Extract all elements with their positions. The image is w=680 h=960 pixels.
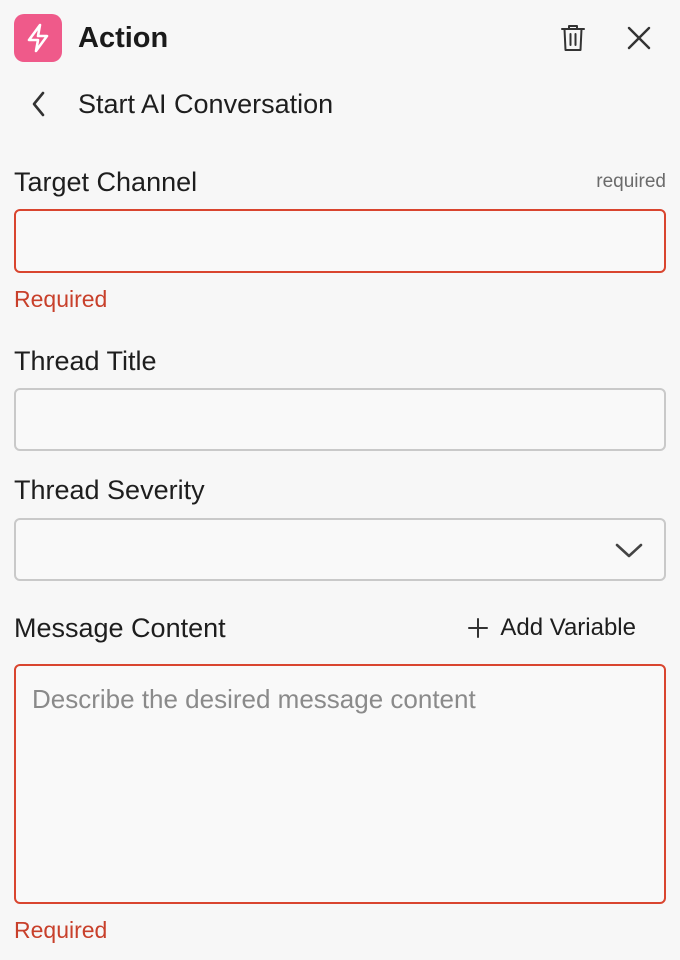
trash-icon [561,25,585,51]
add-variable-button[interactable]: Add Variable [468,610,636,646]
chevron-down-icon [615,543,643,558]
thread-title-input[interactable] [16,390,664,449]
message-content-input[interactable] [16,666,664,902]
panel-title: Action [78,22,169,54]
target-channel-label: Target Channel [14,167,198,197]
required-tag: required [596,171,666,192]
target-channel-error: Required [14,286,108,312]
target-channel-input[interactable] [16,211,664,271]
thread-severity-label: Thread Severity [14,475,205,505]
thread-title-field [14,388,666,451]
panel-header: Action [14,14,656,62]
close-icon [627,26,651,50]
back-button[interactable] [22,86,56,122]
plus-icon [468,618,489,638]
message-content-label: Message Content [14,613,226,643]
thread-title-label: Thread Title [14,346,157,376]
action-name: Start AI Conversation [78,89,334,119]
message-content-error: Required [14,917,108,943]
thread-severity-select[interactable] [14,518,666,581]
delete-button[interactable] [556,21,590,55]
close-button[interactable] [622,21,656,55]
chevron-left-icon [32,91,45,117]
lightning-icon [14,14,62,62]
add-variable-label: Add Variable [500,614,636,641]
message-content-field [14,664,666,904]
target-channel-field [14,209,666,273]
